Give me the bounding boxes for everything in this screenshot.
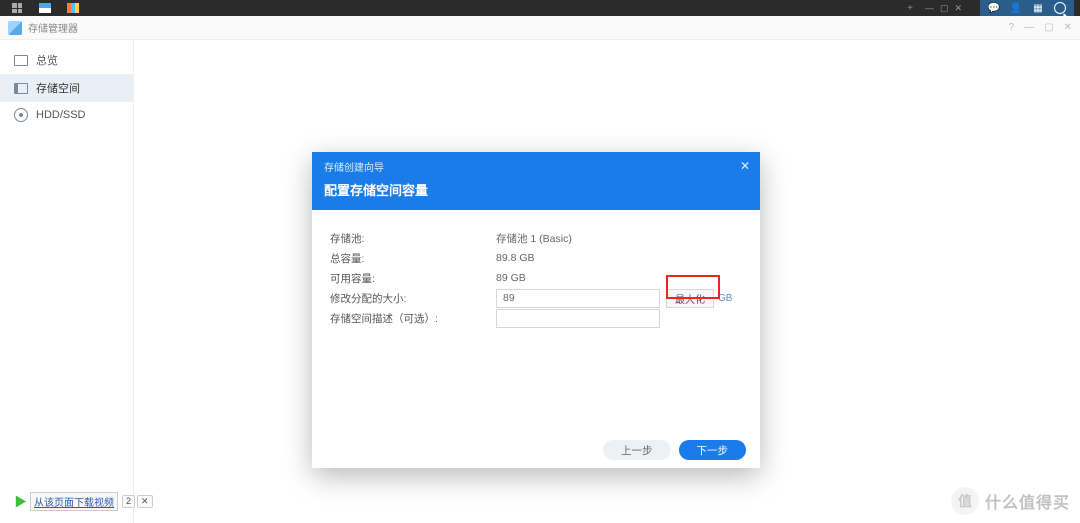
field-value: 存储池 1 (Basic) — [496, 231, 572, 246]
allocated-size-input[interactable] — [496, 289, 660, 308]
watermark-text: 什么值得买 — [985, 489, 1070, 513]
next-button[interactable]: 下一步 — [679, 440, 747, 460]
sidebar-item-overview[interactable]: 总览 — [0, 46, 133, 74]
sidebar-item-label: HDD/SSD — [36, 109, 86, 121]
sidebar-item-hdd[interactable]: HDD/SSD — [0, 102, 133, 128]
taskbar-max-icon[interactable]: ▢ — [940, 3, 949, 14]
field-label: 修改分配的大小: — [330, 291, 496, 306]
watermark: 值 什么值得买 — [951, 487, 1070, 515]
app-max-icon[interactable]: ▢ — [1044, 22, 1053, 33]
download-close-badge[interactable]: ✕ — [137, 495, 153, 508]
taskbar-tab-2[interactable] — [62, 2, 84, 14]
download-link-text[interactable]: 从该页面下载视频 — [30, 492, 118, 511]
sidebar-item-label: 总览 — [36, 52, 58, 68]
field-label: 可用容量: — [330, 271, 496, 286]
field-label: 存储空间描述（可选）: — [330, 311, 496, 326]
overview-icon — [14, 53, 28, 67]
sidebar-item-label: 存储空间 — [36, 80, 80, 96]
download-badges: 2 ✕ — [122, 495, 153, 508]
field-value: 89.8 GB — [496, 252, 535, 264]
app-window-controls: ? — ▢ ✕ — [1009, 22, 1072, 33]
tray-panel-icon[interactable]: ▦ — [1032, 2, 1044, 14]
field-available-capacity: 可用容量: 89 GB — [330, 268, 742, 288]
app-min-icon[interactable]: — — [1024, 22, 1034, 33]
previous-button[interactable]: 上一步 — [603, 440, 671, 460]
app-icon — [8, 21, 22, 35]
dialog-header: 存储创建向导 配置存储空间容量 ✕ — [312, 152, 760, 210]
hdd-icon — [14, 108, 28, 122]
field-allocated-size: 修改分配的大小: 最大化 GB — [330, 288, 742, 308]
taskbar-window-controls: — ▢ ✕ — [919, 3, 968, 14]
field-description: 存储空间描述（可选）: — [330, 308, 742, 328]
description-input[interactable] — [496, 309, 660, 328]
volume-icon — [14, 81, 28, 95]
field-value: 89 GB — [496, 272, 526, 284]
app-titlebar: 存储管理器 ? — ▢ ✕ — [0, 16, 1080, 40]
taskbar-apps-icon[interactable] — [6, 2, 28, 14]
tray-user-icon[interactable]: 👤 — [1010, 2, 1022, 14]
watermark-logo: 值 — [951, 487, 979, 515]
taskbar-tabs — [6, 2, 84, 14]
field-storage-pool: 存储池: 存储池 1 (Basic) — [330, 228, 742, 248]
app-body: 总览 存储空间 HDD/SSD 存储创建向导 配置存储空间容量 ✕ 存储池: 存… — [0, 40, 1080, 523]
os-taskbar: + — ▢ ✕ 💬 👤 ▦ — [0, 0, 1080, 16]
tray-chat-icon[interactable]: 💬 — [988, 2, 1000, 14]
download-count-badge[interactable]: 2 — [122, 495, 135, 508]
size-unit: GB — [718, 293, 732, 304]
dialog-breadcrumb: 存储创建向导 — [324, 159, 748, 174]
field-total-capacity: 总容量: 89.8 GB — [330, 248, 742, 268]
sidebar: 总览 存储空间 HDD/SSD — [0, 40, 134, 523]
dialog-body: 存储池: 存储池 1 (Basic) 总容量: 89.8 GB 可用容量: 89… — [312, 210, 760, 328]
dialog-footer: 上一步 下一步 — [312, 432, 760, 468]
dialog-close-button[interactable]: ✕ — [740, 159, 750, 173]
app-close-icon[interactable]: ✕ — [1064, 22, 1072, 33]
storage-wizard-dialog: 存储创建向导 配置存储空间容量 ✕ 存储池: 存储池 1 (Basic) 总容量… — [312, 152, 760, 468]
dialog-title: 配置存储空间容量 — [324, 180, 748, 199]
field-label: 总容量: — [330, 251, 496, 266]
maximize-button[interactable]: 最大化 — [666, 289, 714, 308]
sidebar-item-volume[interactable]: 存储空间 — [0, 74, 133, 102]
play-icon — [14, 496, 26, 508]
tray-search-icon[interactable] — [1054, 2, 1066, 14]
taskbar-min-icon[interactable]: — — [925, 3, 934, 14]
download-video-bar[interactable]: 从该页面下载视频 2 ✕ — [14, 492, 153, 511]
taskbar-tab-1[interactable] — [34, 2, 56, 14]
app-help-icon[interactable]: ? — [1009, 22, 1015, 33]
taskbar-tray: 💬 👤 ▦ — [980, 0, 1074, 16]
taskbar-add-tab[interactable]: + — [901, 3, 919, 14]
taskbar-close-icon[interactable]: ✕ — [954, 3, 962, 14]
app-title: 存储管理器 — [28, 20, 78, 35]
field-label: 存储池: — [330, 231, 496, 246]
